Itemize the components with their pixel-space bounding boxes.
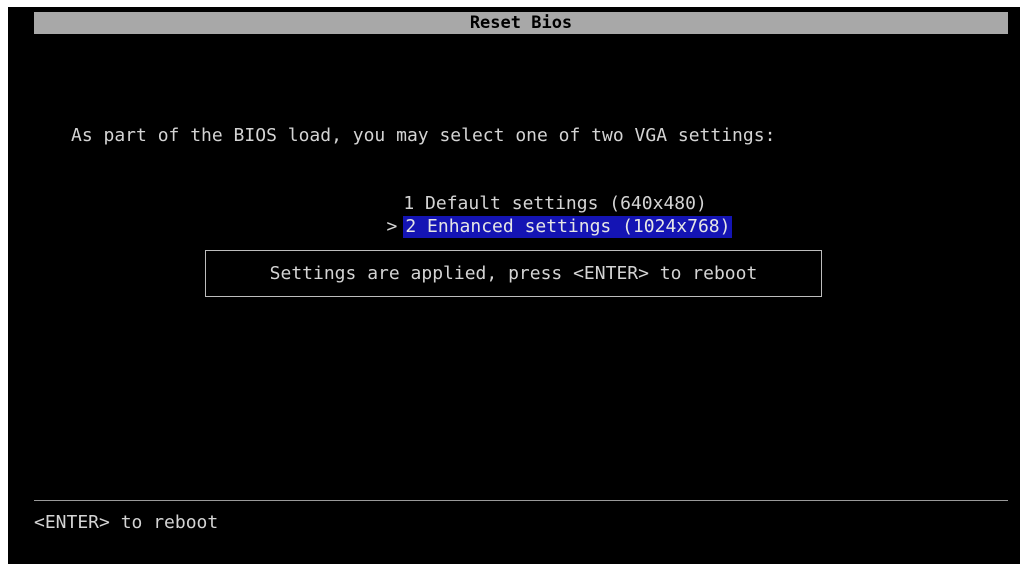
footer-hint: <ENTER> to reboot xyxy=(34,512,219,533)
option-enhanced-settings[interactable]: >2 Enhanced settings (1024x768) xyxy=(342,194,733,238)
window-title: Reset Bios xyxy=(34,12,1008,34)
option-label: 2 Enhanced settings (1024x768) xyxy=(403,216,733,238)
status-message: Settings are applied, press <ENTER> to r… xyxy=(205,250,822,297)
bios-screen: Reset Bios As part of the BIOS load, you… xyxy=(8,7,1020,564)
footer-divider xyxy=(34,500,1008,501)
selection-cursor-icon: > xyxy=(386,216,398,237)
option-default-settings[interactable]: 1 Default settings (640x480) xyxy=(342,171,706,214)
vga-prompt: As part of the BIOS load, you may select… xyxy=(71,125,776,146)
